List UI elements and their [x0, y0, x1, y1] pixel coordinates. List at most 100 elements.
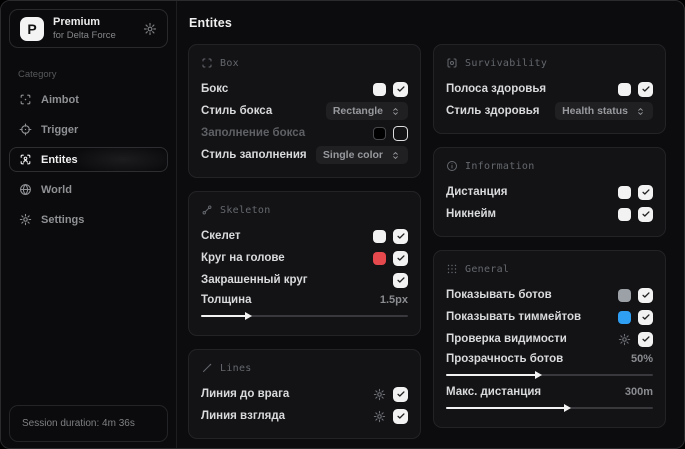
gear-icon[interactable] [373, 410, 386, 423]
updown-icon [635, 106, 646, 117]
checkbox[interactable] [393, 228, 408, 244]
gear-icon[interactable] [618, 333, 631, 346]
slider-setting-row: Толщина 1.5px [201, 291, 408, 324]
setting-label: Закрашенный круг [201, 274, 308, 286]
color-swatch[interactable] [373, 82, 386, 96]
crosshair-dot-icon [19, 123, 32, 136]
line-icon [201, 362, 213, 374]
card-skeleton: Skeleton Скелет Круг на голове Закрашенн… [188, 191, 421, 336]
slider-setting-row: Прозрачность ботов 50% [446, 350, 653, 383]
scan-box-icon [201, 57, 213, 69]
card-header: Survivability [446, 57, 653, 69]
checkbox[interactable] [638, 81, 653, 97]
slider-value: 1.5px [379, 294, 408, 306]
premium-title: Premium [53, 16, 101, 28]
sidebar-item-label: World [41, 183, 72, 196]
color-swatch[interactable] [373, 229, 386, 243]
gear-icon[interactable] [143, 22, 157, 36]
setting-row: Показывать ботов [446, 284, 653, 306]
dropdown[interactable]: Rectangle [325, 102, 408, 120]
color-swatch[interactable] [618, 185, 631, 199]
sidebar-item-trigger[interactable]: Trigger [9, 117, 168, 142]
checkbox[interactable] [638, 206, 653, 222]
setting-label: Показывать ботов [446, 289, 552, 301]
card-title: Information [465, 160, 535, 172]
sidebar-item-entites[interactable]: Entites [9, 147, 168, 172]
sidebar-item-aimbot[interactable]: Aimbot [9, 87, 168, 112]
slider-setting-row: Макс. дистанция 300m [446, 383, 653, 416]
setting-label: Макс. дистанция [446, 386, 542, 398]
checkbox[interactable] [393, 408, 408, 424]
setting-label: Прозрачность ботов [446, 353, 564, 365]
slider[interactable] [201, 312, 408, 320]
info-icon [446, 160, 458, 172]
setting-row: Линия до врага [201, 383, 408, 405]
color-swatch[interactable] [618, 288, 631, 302]
globe-icon [19, 183, 32, 196]
setting-label: Показывать тиммейтов [446, 311, 582, 323]
checkbox[interactable] [393, 272, 408, 288]
setting-label: Круг на голове [201, 252, 285, 264]
setting-label: Толщина [201, 294, 252, 306]
checkbox[interactable] [393, 125, 408, 141]
dropdown[interactable]: Single color [315, 146, 408, 164]
updown-icon [390, 106, 401, 117]
setting-row: Заполнение бокса [201, 122, 408, 144]
gear-icon[interactable] [373, 388, 386, 401]
card-title: General [465, 263, 510, 275]
setting-label: Проверка видимости [446, 333, 567, 345]
checkbox[interactable] [638, 184, 653, 200]
premium-subtitle: for Delta Force [53, 30, 116, 41]
bone-icon [201, 204, 213, 216]
sidebar: P Premium for Delta Force Category Aimbo… [1, 1, 177, 448]
slider-thumb[interactable] [564, 404, 572, 412]
sidebar-item-label: Entites [41, 153, 78, 166]
sidebar-nav: Aimbot Trigger Entites World Settings [1, 87, 176, 232]
dropdown[interactable]: Health status [555, 102, 653, 120]
setting-row: Полоса здоровья [446, 78, 653, 100]
setting-label: Стиль бокса [201, 105, 273, 117]
setting-label: Скелет [201, 230, 241, 242]
checkbox[interactable] [393, 386, 408, 402]
setting-label: Стиль заполнения [201, 149, 307, 161]
checkbox[interactable] [393, 81, 408, 97]
sidebar-item-label: Trigger [41, 123, 79, 136]
setting-label: Стиль здоровья [446, 105, 540, 117]
color-swatch[interactable] [373, 251, 386, 265]
checkbox[interactable] [393, 250, 408, 266]
gear-icon [19, 213, 32, 226]
slider-thumb[interactable] [535, 371, 543, 379]
card-header: General [446, 263, 653, 275]
health-icon [446, 57, 458, 69]
setting-row: Линия взгляда [201, 405, 408, 427]
color-swatch[interactable] [618, 82, 631, 96]
card-information: Information Дистанция Никнейм [433, 147, 666, 237]
card-header: Information [446, 160, 653, 172]
left-column: Box Бокс Стиль бокса Rectangle Заполнени… [188, 44, 421, 439]
slider[interactable] [446, 371, 653, 379]
sidebar-item-label: Aimbot [41, 93, 79, 106]
sidebar-item-world[interactable]: World [9, 177, 168, 202]
setting-label: Никнейм [446, 208, 497, 220]
color-swatch[interactable] [618, 310, 631, 324]
card-header: Skeleton [201, 204, 408, 216]
checkbox[interactable] [638, 309, 653, 325]
color-swatch[interactable] [373, 126, 386, 140]
slider-thumb[interactable] [244, 312, 252, 320]
card-title: Skeleton [220, 204, 271, 216]
premium-card: P Premium for Delta Force [9, 9, 168, 48]
setting-row: Дистанция [446, 181, 653, 203]
setting-label: Дистанция [446, 186, 508, 198]
checkbox[interactable] [638, 331, 653, 347]
card-title: Lines [220, 362, 252, 374]
sidebar-item-settings[interactable]: Settings [9, 207, 168, 232]
slider[interactable] [446, 404, 653, 412]
sidebar-item-label: Settings [41, 213, 85, 226]
dropdown-value: Single color [322, 149, 383, 161]
color-swatch[interactable] [618, 207, 631, 221]
crosshair-scan-icon [19, 93, 32, 106]
setting-row: Никнейм [446, 203, 653, 225]
dropdown-value: Health status [562, 105, 628, 117]
checkbox[interactable] [638, 287, 653, 303]
dropdown-value: Rectangle [332, 105, 383, 117]
